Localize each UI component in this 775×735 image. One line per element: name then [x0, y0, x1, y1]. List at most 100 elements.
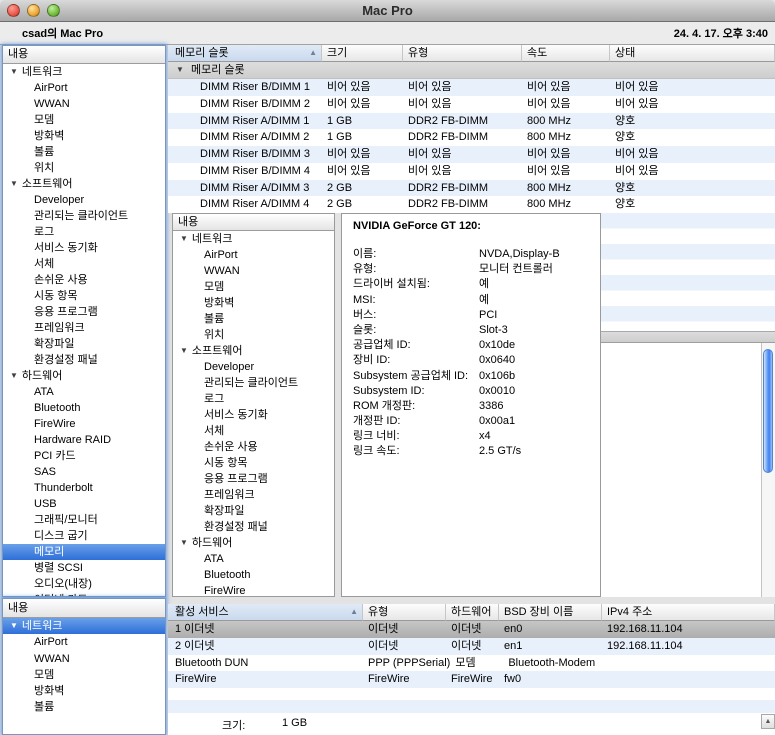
table-cell: 이더넷: [446, 638, 499, 655]
sidebar-item[interactable]: 확장파일: [173, 503, 334, 519]
sidebar-item[interactable]: Bluetooth: [173, 567, 334, 583]
sidebar-item[interactable]: AirPort: [3, 80, 165, 96]
disclosure-triangle-icon[interactable]: ▼: [176, 62, 184, 78]
sidebar-item[interactable]: 관리되는 클라이언트: [3, 208, 165, 224]
sidebar-item[interactable]: 볼륨: [173, 311, 334, 327]
memory-slot-row[interactable]: DIMM Riser B/DIMM 3비어 있음비어 있음비어 있음비어 있음: [168, 146, 775, 163]
sidebar-item[interactable]: 서체: [173, 423, 334, 439]
memory-slot-row[interactable]: DIMM Riser B/DIMM 4비어 있음비어 있음비어 있음비어 있음: [168, 163, 775, 180]
pane-divider[interactable]: [601, 331, 775, 343]
memory-group-row[interactable]: ▼ 메모리 슬롯: [168, 62, 775, 79]
disclosure-triangle-icon[interactable]: ▼: [10, 64, 18, 80]
sidebar-item[interactable]: SAS: [3, 464, 165, 480]
sidebar-item[interactable]: 모뎀: [173, 279, 334, 295]
column-header[interactable]: IPv4 주소: [602, 604, 775, 621]
sidebar-item[interactable]: USB: [3, 496, 165, 512]
column-header[interactable]: 메모리 슬롯▲: [168, 45, 322, 62]
scrollbar-thumb[interactable]: [763, 349, 773, 473]
sidebar-item[interactable]: 손쉬운 사용: [173, 439, 334, 455]
sidebar-item[interactable]: 이더넷 카드: [3, 592, 165, 596]
sidebar-item[interactable]: 손쉬운 사용: [3, 272, 165, 288]
memory-slot-row[interactable]: DIMM Riser B/DIMM 2비어 있음비어 있음비어 있음비어 있음: [168, 96, 775, 113]
sidebar-item[interactable]: ATA: [173, 551, 334, 567]
memory-slot-row[interactable]: DIMM Riser A/DIMM 32 GBDDR2 FB-DIMM800 M…: [168, 180, 775, 197]
service-row[interactable]: 1 이더넷이더넷이더넷en0192.168.11.104: [168, 621, 775, 638]
disclosure-triangle-icon[interactable]: ▼: [180, 231, 188, 247]
sidebar-item[interactable]: WWAN: [3, 96, 165, 112]
sidebar-item[interactable]: 방화벽: [3, 128, 165, 144]
vertical-scrollbar[interactable]: [761, 343, 775, 597]
sidebar-item[interactable]: FireWire: [173, 583, 334, 596]
sidebar-item[interactable]: 환경설정 패널: [173, 519, 334, 535]
sidebar-item[interactable]: 방화벽: [3, 683, 165, 699]
sidebar-item[interactable]: 위치: [173, 327, 334, 343]
sidebar-item[interactable]: Developer: [3, 192, 165, 208]
column-header[interactable]: 유형: [363, 604, 446, 621]
sidebar-item[interactable]: 볼륨: [3, 144, 165, 160]
sidebar-item[interactable]: 메모리: [3, 544, 165, 560]
sidebar-item[interactable]: 프레임워크: [3, 320, 165, 336]
sidebar-item[interactable]: 서비스 동기화: [3, 240, 165, 256]
column-header[interactable]: 속도: [522, 45, 610, 62]
sidebar-item[interactable]: 병렬 SCSI: [3, 560, 165, 576]
sidebar-item[interactable]: Hardware RAID: [3, 432, 165, 448]
sidebar-item[interactable]: 응용 프로그램: [3, 304, 165, 320]
titlebar[interactable]: Mac Pro: [0, 0, 775, 22]
sidebar-item[interactable]: 모뎀: [3, 112, 165, 128]
sidebar-item[interactable]: AirPort: [3, 634, 165, 650]
column-header[interactable]: BSD 장비 이름: [499, 604, 602, 621]
sidebar-item[interactable]: Bluetooth: [3, 400, 165, 416]
sidebar-item[interactable]: AirPort: [173, 247, 334, 263]
sidebar-item[interactable]: ▼소프트웨어: [173, 343, 334, 359]
sidebar-item[interactable]: ▼네트워크: [3, 64, 165, 80]
sidebar-item[interactable]: ▼네트워크: [3, 618, 165, 634]
sidebar-item[interactable]: 서체: [3, 256, 165, 272]
disclosure-triangle-icon[interactable]: ▼: [10, 368, 18, 384]
sidebar-item[interactable]: FireWire: [3, 416, 165, 432]
sidebar-item[interactable]: 확장파일: [3, 336, 165, 352]
sidebar-item[interactable]: 모뎀: [3, 667, 165, 683]
sidebar-item[interactable]: 응용 프로그램: [173, 471, 334, 487]
sidebar-item[interactable]: WWAN: [173, 263, 334, 279]
sidebar-item[interactable]: 방화벽: [173, 295, 334, 311]
sidebar-item[interactable]: Developer: [173, 359, 334, 375]
column-header[interactable]: 상태: [610, 45, 775, 62]
disclosure-triangle-icon[interactable]: ▼: [10, 618, 18, 634]
disclosure-triangle-icon[interactable]: ▼: [180, 535, 188, 551]
column-header[interactable]: 활성 서비스▲: [168, 604, 363, 621]
service-row[interactable]: Bluetooth DUNPPP (PPPSerial)모뎀Bluetooth-…: [168, 655, 775, 672]
sidebar-item[interactable]: 위치: [3, 160, 165, 176]
sidebar-item[interactable]: ▼소프트웨어: [3, 176, 165, 192]
service-row[interactable]: 2 이더넷이더넷이더넷en1192.168.11.104: [168, 638, 775, 655]
sidebar-item[interactable]: 시동 항목: [3, 288, 165, 304]
sidebar-item[interactable]: ▼하드웨어: [3, 368, 165, 384]
sidebar-item[interactable]: 관리되는 클라이언트: [173, 375, 334, 391]
sidebar-item[interactable]: ATA: [3, 384, 165, 400]
column-header[interactable]: 크기: [322, 45, 403, 62]
sidebar-item[interactable]: 환경설정 패널: [3, 352, 165, 368]
sidebar-item[interactable]: 볼륨: [3, 699, 165, 715]
scroll-up-button[interactable]: ▲: [761, 714, 775, 729]
sidebar-item[interactable]: 로그: [173, 391, 334, 407]
sidebar-item[interactable]: 오디오(내장): [3, 576, 165, 592]
disclosure-triangle-icon[interactable]: ▼: [10, 176, 18, 192]
sidebar-item[interactable]: 시동 항목: [173, 455, 334, 471]
sidebar-item[interactable]: ▼네트워크: [173, 231, 334, 247]
memory-slot-row[interactable]: DIMM Riser B/DIMM 1비어 있음비어 있음비어 있음비어 있음: [168, 79, 775, 96]
sidebar-item[interactable]: ▼하드웨어: [173, 535, 334, 551]
memory-slot-row[interactable]: DIMM Riser A/DIMM 11 GBDDR2 FB-DIMM800 M…: [168, 113, 775, 130]
sidebar-item[interactable]: 프레임워크: [173, 487, 334, 503]
column-header[interactable]: 하드웨어: [446, 604, 499, 621]
sidebar-item[interactable]: 디스크 굽기: [3, 528, 165, 544]
sidebar-item[interactable]: Thunderbolt: [3, 480, 165, 496]
service-row[interactable]: FireWireFireWireFireWirefw0: [168, 671, 775, 688]
sidebar-item[interactable]: 서비스 동기화: [173, 407, 334, 423]
sidebar-item[interactable]: 그래픽/모니터: [3, 512, 165, 528]
disclosure-triangle-icon[interactable]: ▼: [180, 343, 188, 359]
sidebar-item[interactable]: PCI 카드: [3, 448, 165, 464]
sidebar-item[interactable]: 로그: [3, 224, 165, 240]
memory-slot-row[interactable]: DIMM Riser A/DIMM 42 GBDDR2 FB-DIMM800 M…: [168, 196, 775, 213]
memory-slot-row[interactable]: DIMM Riser A/DIMM 21 GBDDR2 FB-DIMM800 M…: [168, 129, 775, 146]
column-header[interactable]: 유형: [403, 45, 522, 62]
sidebar-item[interactable]: WWAN: [3, 651, 165, 667]
